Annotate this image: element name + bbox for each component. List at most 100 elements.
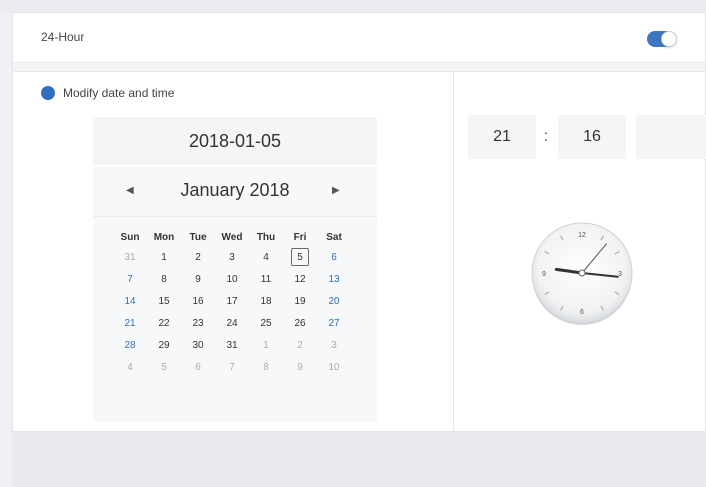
weekday-header: Sat: [326, 231, 342, 243]
day-number: 22: [158, 317, 170, 329]
time-section: 21 : 16 12 3 6 9: [453, 72, 706, 433]
day-number: 23: [192, 317, 204, 329]
week-row: 28 29 30 31 1 2 3: [113, 334, 351, 356]
day-number: 28: [124, 339, 136, 351]
day-number: 21: [124, 317, 136, 329]
calendar-day[interactable]: 24: [215, 312, 249, 334]
calendar-day[interactable]: 15: [147, 290, 181, 312]
day-number: 8: [263, 361, 269, 373]
calendar-day[interactable]: 10: [317, 356, 351, 378]
radio-selected-icon[interactable]: [41, 85, 55, 100]
weekday-header: Tue: [189, 231, 207, 243]
day-number: 10: [226, 273, 238, 285]
modify-label: Modify date and time: [63, 86, 175, 100]
time-separator: :: [543, 128, 549, 145]
calendar: ◀ January 2018 ▶ Sun Mon Tue Wed Thu Fri…: [93, 167, 377, 422]
day-number: 2: [195, 251, 201, 263]
weekday-header: Sun: [120, 231, 140, 243]
calendar-day[interactable]: 7: [113, 268, 147, 290]
toggle-knob: [661, 31, 677, 47]
calendar-day-selected[interactable]: 5: [283, 246, 317, 268]
calendar-day[interactable]: 1: [147, 246, 181, 268]
day-number: 8: [161, 273, 167, 285]
calendar-day[interactable]: 20: [317, 290, 351, 312]
calendar-day[interactable]: 31: [215, 334, 249, 356]
day-number: 29: [158, 339, 170, 351]
hour24-toggle[interactable]: [647, 31, 677, 47]
day-number: 7: [229, 361, 235, 373]
day-number: 30: [192, 339, 204, 351]
calendar-day[interactable]: 23: [181, 312, 215, 334]
calendar-day[interactable]: 16: [181, 290, 215, 312]
calendar-day[interactable]: 8: [249, 356, 283, 378]
day-number: 9: [297, 361, 303, 373]
calendar-day[interactable]: 28: [113, 334, 147, 356]
calendar-day[interactable]: 13: [317, 268, 351, 290]
calendar-day[interactable]: 21: [113, 312, 147, 334]
day-number: 14: [124, 295, 136, 307]
next-month-icon[interactable]: ▶: [332, 185, 340, 196]
calendar-day[interactable]: 8: [147, 268, 181, 290]
calendar-day[interactable]: 10: [215, 268, 249, 290]
calendar-day[interactable]: 26: [283, 312, 317, 334]
second-field[interactable]: [636, 115, 706, 159]
calendar-day[interactable]: 12: [283, 268, 317, 290]
calendar-day[interactable]: 9: [283, 356, 317, 378]
day-number: 31: [124, 251, 136, 263]
calendar-day[interactable]: 2: [283, 334, 317, 356]
calendar-day[interactable]: 27: [317, 312, 351, 334]
calendar-day[interactable]: 30: [181, 334, 215, 356]
day-number: 1: [161, 251, 167, 263]
calendar-day[interactable]: 9: [181, 268, 215, 290]
hour-field[interactable]: 21: [468, 115, 536, 159]
calendar-day[interactable]: 22: [147, 312, 181, 334]
calendar-day[interactable]: 31: [113, 246, 147, 268]
footer-area: [12, 432, 706, 487]
weekday-header: Fri: [293, 231, 307, 243]
calendar-day[interactable]: 7: [215, 356, 249, 378]
day-number: 11: [260, 273, 272, 285]
day-number: 7: [127, 273, 133, 285]
calendar-grid: Sun Mon Tue Wed Thu Fri Sat 31 1 2 3 4 5…: [113, 228, 351, 378]
calendar-day[interactable]: 19: [283, 290, 317, 312]
calendar-day[interactable]: 3: [317, 334, 351, 356]
day-number: 1: [263, 339, 269, 351]
day-number: 18: [260, 295, 272, 307]
day-number: 31: [226, 339, 238, 351]
calendar-day[interactable]: 14: [113, 290, 147, 312]
calendar-day[interactable]: 11: [249, 268, 283, 290]
clock-numeral-6: 6: [580, 309, 584, 316]
day-number: 13: [328, 273, 340, 285]
calendar-day[interactable]: 1: [249, 334, 283, 356]
calendar-day[interactable]: 17: [215, 290, 249, 312]
calendar-day[interactable]: 2: [181, 246, 215, 268]
day-number: 16: [192, 295, 204, 307]
calendar-day[interactable]: 3: [215, 246, 249, 268]
analog-clock: 12 3 6 9: [531, 222, 633, 325]
modify-option[interactable]: Modify date and time: [41, 85, 175, 100]
clock-numeral-12: 12: [578, 232, 586, 239]
calendar-day[interactable]: 29: [147, 334, 181, 356]
weekday-header: Mon: [153, 231, 175, 243]
minute-field[interactable]: 16: [558, 115, 626, 159]
clock-center: [578, 269, 586, 277]
weekday-header: Thu: [256, 231, 276, 243]
day-number: 4: [263, 251, 269, 263]
day-number: 20: [328, 295, 340, 307]
calendar-day[interactable]: 4: [113, 356, 147, 378]
calendar-day[interactable]: 25: [249, 312, 283, 334]
calendar-day[interactable]: 4: [249, 246, 283, 268]
day-number: 15: [158, 295, 170, 307]
top-strip: [0, 0, 706, 12]
day-number: 27: [328, 317, 340, 329]
calendar-day[interactable]: 6: [181, 356, 215, 378]
week-row: 21 22 23 24 25 26 27: [113, 312, 351, 334]
weekday-header: Wed: [221, 231, 243, 243]
day-number: 24: [226, 317, 238, 329]
calendar-day[interactable]: 5: [147, 356, 181, 378]
day-number: 4: [127, 361, 133, 373]
calendar-day[interactable]: 6: [317, 246, 351, 268]
day-number: 3: [229, 251, 235, 263]
calendar-day[interactable]: 18: [249, 290, 283, 312]
date-display[interactable]: 2018-01-05: [93, 117, 377, 165]
